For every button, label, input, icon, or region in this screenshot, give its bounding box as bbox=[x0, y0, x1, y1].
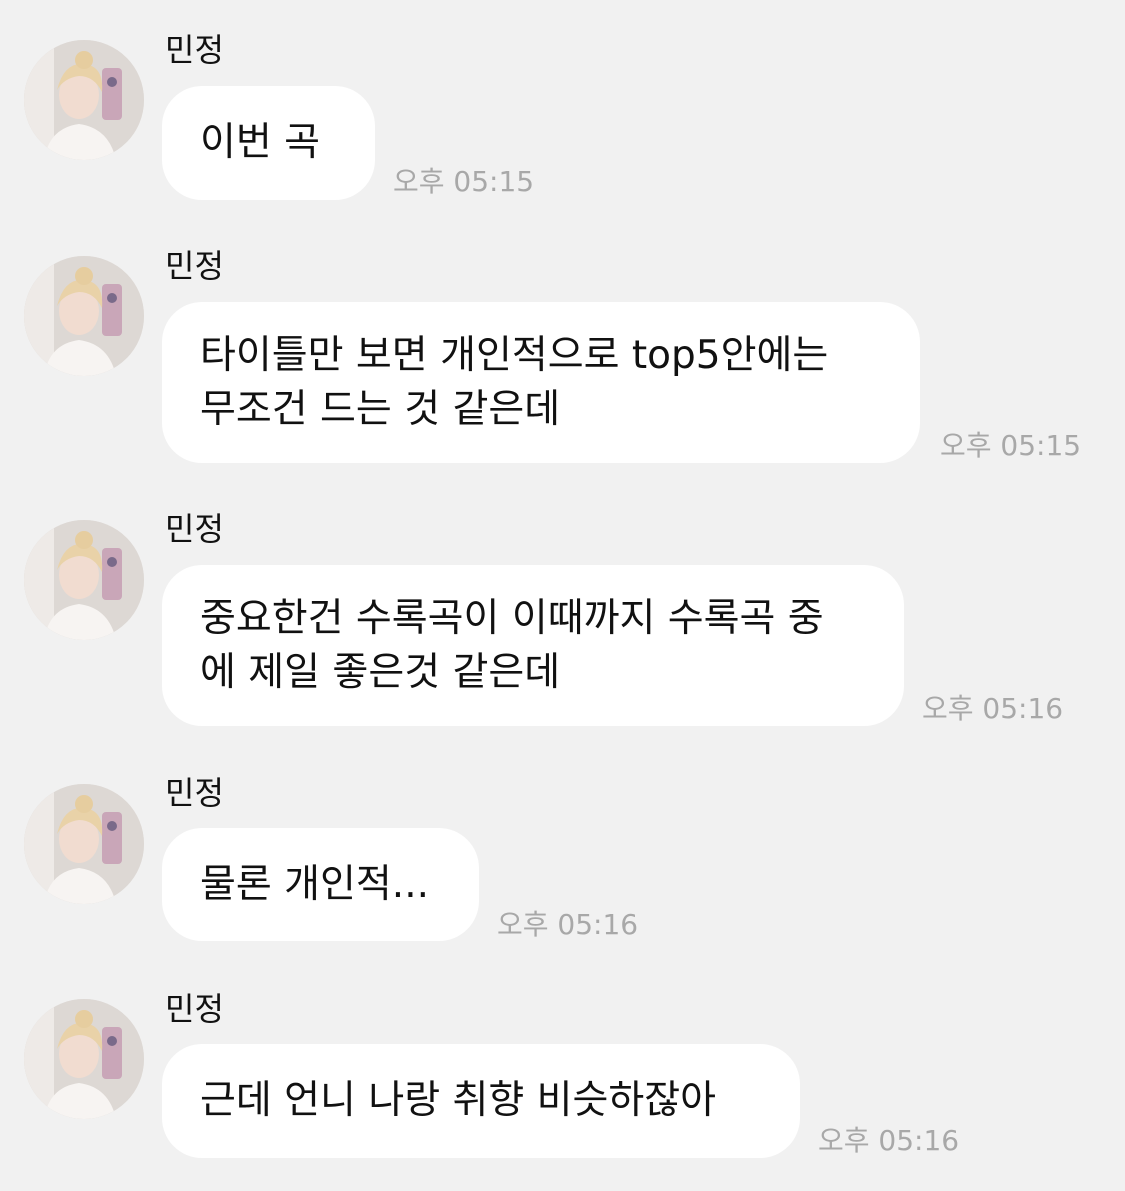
avatar-photo-icon bbox=[24, 784, 144, 904]
avatar-photo-icon bbox=[24, 520, 144, 640]
message-text: 근데 언니 나랑 취향 비슷하잖아 bbox=[200, 1078, 717, 1123]
sender-name: 민정 bbox=[165, 774, 224, 812]
message-timestamp: 오후 05:16 bbox=[922, 692, 1064, 725]
avatar[interactable] bbox=[24, 784, 144, 904]
message-timestamp: 오후 05:16 bbox=[497, 908, 639, 941]
avatar-photo-icon bbox=[24, 256, 144, 376]
avatar-photo-icon bbox=[24, 40, 144, 160]
message-timestamp: 오후 05:15 bbox=[393, 165, 535, 198]
message-timestamp: 오후 05:16 bbox=[818, 1124, 960, 1157]
sender-name: 민정 bbox=[165, 990, 224, 1028]
avatar[interactable] bbox=[24, 520, 144, 640]
message-text: 타이틀만 보면 개인적으로 top5안에는 bbox=[200, 332, 829, 378]
message-bubble[interactable]: 타이틀만 보면 개인적으로 top5안에는 무조건 드는 것 같은데 bbox=[162, 302, 920, 463]
message-text: 에 제일 좋은것 같은데 bbox=[200, 649, 561, 695]
avatar-photo-icon bbox=[24, 999, 144, 1119]
message-bubble[interactable]: 중요한건 수록곡이 이때까지 수록곡 중 에 제일 좋은것 같은데 bbox=[162, 565, 904, 726]
message-text: 중요한건 수록곡이 이때까지 수록곡 중 bbox=[200, 595, 824, 641]
avatar[interactable] bbox=[24, 999, 144, 1119]
message-bubble[interactable]: 근데 언니 나랑 취향 비슷하잖아 bbox=[162, 1044, 800, 1158]
message-text: 물론 개인적... bbox=[200, 861, 429, 907]
sender-name: 민정 bbox=[165, 31, 224, 69]
message-bubble[interactable]: 물론 개인적... bbox=[162, 828, 479, 941]
message-text: 이번 곡 bbox=[200, 120, 321, 165]
message-timestamp: 오후 05:15 bbox=[940, 429, 1082, 462]
sender-name: 민정 bbox=[165, 247, 224, 285]
message-bubble[interactable]: 이번 곡 bbox=[162, 86, 375, 200]
avatar[interactable] bbox=[24, 256, 144, 376]
sender-name: 민정 bbox=[165, 510, 224, 548]
message-text: 무조건 드는 것 같은데 bbox=[200, 386, 561, 432]
avatar[interactable] bbox=[24, 40, 144, 160]
